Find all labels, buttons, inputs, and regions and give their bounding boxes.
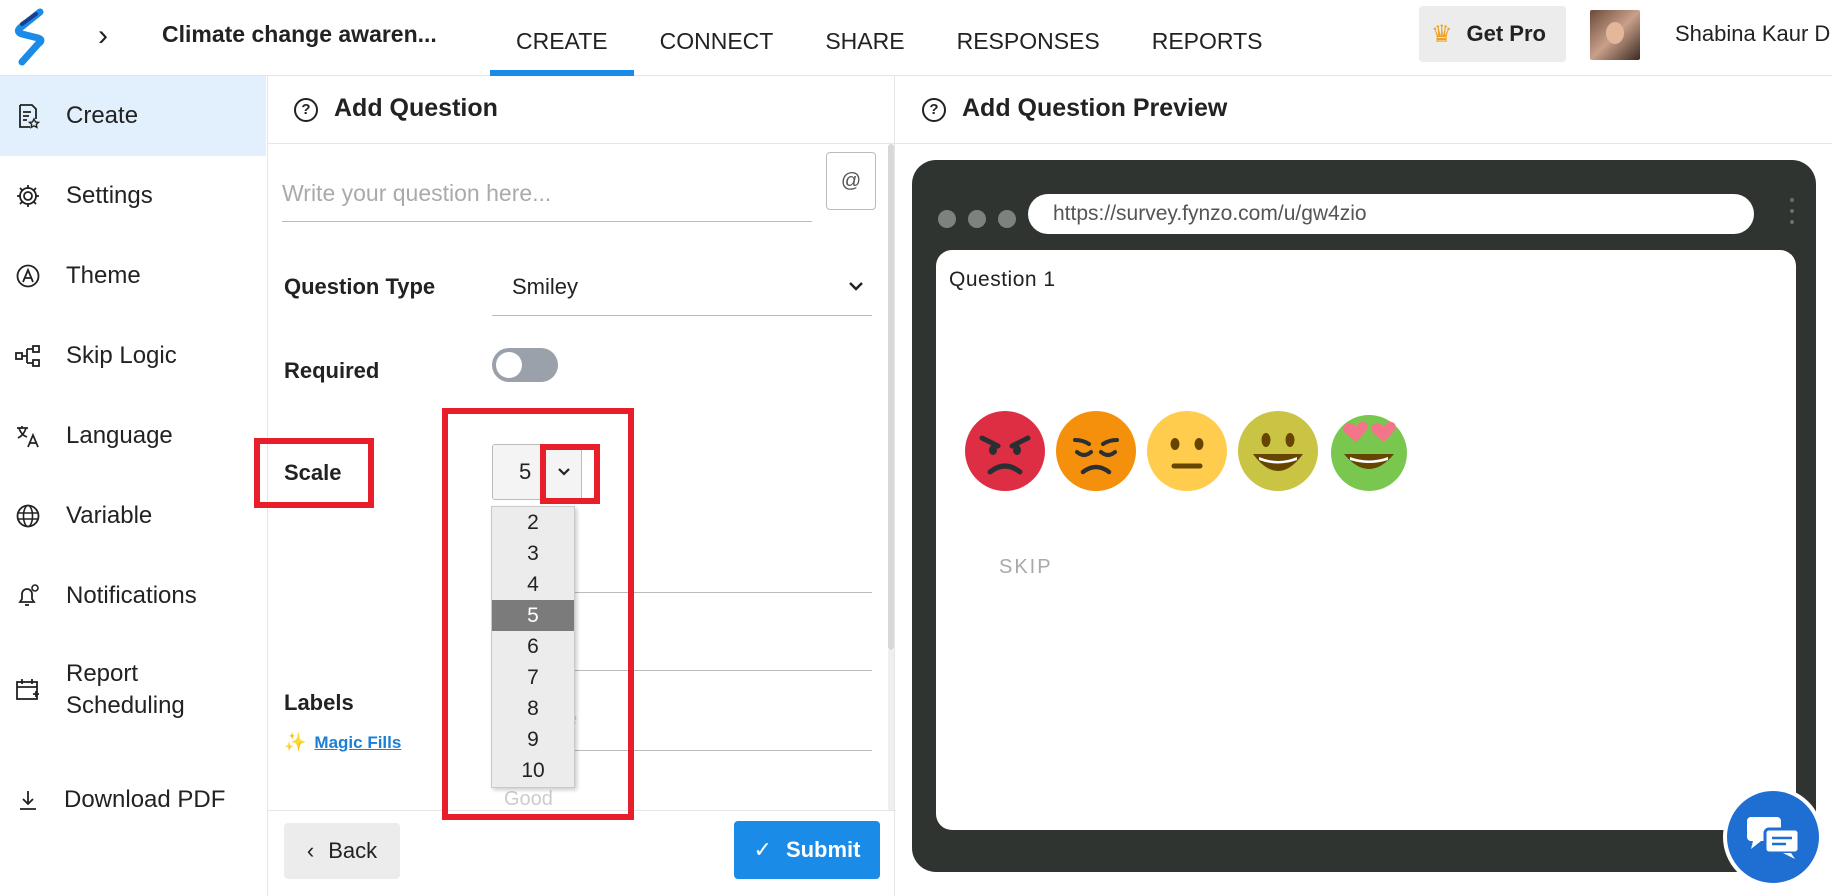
sidebar-item-report-scheduling[interactable]: Report Scheduling (0, 642, 266, 738)
crown-icon: ♛ (1431, 20, 1453, 48)
panel-scroll-track (888, 650, 894, 810)
preview-screen: Question 1 SKIP (936, 250, 1796, 830)
url-bar: https://survey.fynzo.com/u/gw4zio (1028, 194, 1754, 234)
sidebar-item-label: Variable (66, 502, 153, 529)
user-name[interactable]: Shabina Kaur D (1675, 21, 1830, 47)
disappointed-face-icon[interactable] (1055, 410, 1137, 492)
sidebar: Create Settings Theme Skip Logic Languag… (0, 76, 266, 896)
globe-icon (14, 502, 42, 530)
magic-fills[interactable]: ✨ Magic Fills (284, 732, 401, 753)
bell-icon (14, 582, 42, 610)
sidebar-item-label: Skip Logic (66, 342, 177, 369)
sidebar-item-label: Notifications (66, 582, 197, 609)
tab-share[interactable]: SHARE (799, 0, 930, 76)
sidebar-item-label: Language (66, 422, 173, 449)
required-label: Required (284, 358, 380, 383)
annotation-box-dropdown (442, 408, 634, 820)
sidebar-item-settings[interactable]: Settings (0, 156, 266, 236)
calendar-icon (14, 676, 42, 704)
chat-widget-button[interactable] (1723, 787, 1823, 887)
smiling-face-icon[interactable] (1237, 410, 1319, 492)
fynzo-logo-icon[interactable] (14, 8, 48, 66)
window-dot-icon (998, 210, 1016, 228)
back-button[interactable]: ‹ Back (284, 823, 400, 879)
back-label: Back (328, 838, 378, 863)
panel-scrollbar[interactable] (888, 144, 894, 650)
sidebar-item-language[interactable]: Language (0, 396, 266, 476)
annotation-box-scale-label (254, 438, 374, 508)
main-nav: CREATE CONNECT SHARE RESPONSES REPORTS (490, 0, 1289, 76)
question-input[interactable] (282, 166, 812, 222)
angry-face-icon[interactable] (964, 410, 1046, 492)
avatar[interactable] (1590, 10, 1640, 60)
sidebar-item-label: Create (66, 102, 139, 129)
sidebar-item-download-pdf[interactable]: Download PDF (0, 760, 266, 840)
download-icon (14, 786, 42, 814)
sidebar-item-skip-logic[interactable]: Skip Logic (0, 316, 266, 396)
sidebar-item-label: Theme (66, 262, 141, 289)
flow-icon (14, 342, 42, 370)
preview-title: Add Question Preview (962, 94, 1228, 122)
panel-footer: ‹ Back ✓ Submit (268, 810, 896, 896)
survey-title[interactable]: Climate change awaren... (162, 21, 437, 48)
annotation-box-chevron (540, 444, 600, 504)
question-type-value: Smiley (512, 274, 579, 299)
preview-header: ? Add Question Preview (896, 76, 1832, 144)
magic-fills-link[interactable]: Magic Fills (314, 733, 401, 753)
form-star-icon (14, 102, 42, 130)
sidebar-item-label: Report Scheduling (66, 660, 185, 719)
heart-eyes-face-icon[interactable] (1328, 410, 1410, 492)
sidebar-item-label: Download PDF (64, 786, 226, 813)
tab-reports[interactable]: REPORTS (1126, 0, 1289, 76)
get-pro-button[interactable]: ♛ Get Pro (1419, 6, 1566, 62)
sidebar-item-create[interactable]: Create (0, 76, 266, 156)
window-dot-icon (968, 210, 986, 228)
chevron-left-icon: ‹ (306, 838, 315, 863)
labels-heading: Labels (284, 690, 354, 715)
check-icon: ✓ (753, 837, 772, 862)
question-type-select[interactable]: Smiley (492, 260, 872, 316)
tab-responses[interactable]: RESPONSES (931, 0, 1126, 76)
neutral-face-icon[interactable] (1146, 410, 1228, 492)
sparkle-icon: ✨ (284, 732, 307, 752)
chevron-right-icon[interactable]: › (98, 18, 108, 54)
help-icon[interactable]: ? (294, 98, 318, 122)
tab-create[interactable]: CREATE (490, 0, 634, 76)
chevron-down-icon (849, 282, 863, 291)
preview-panel: ? Add Question Preview https://survey.fy… (896, 76, 1832, 896)
sidebar-item-notifications[interactable]: Notifications (0, 556, 266, 636)
get-pro-label: Get Pro (1466, 21, 1546, 46)
theme-icon (14, 262, 42, 290)
mention-button[interactable]: @ (826, 152, 876, 210)
question-number: Question 1 (949, 268, 1056, 291)
help-icon[interactable]: ? (922, 98, 946, 122)
window-dot-icon (938, 210, 956, 228)
submit-label: Submit (785, 837, 861, 862)
sidebar-item-theme[interactable]: Theme (0, 236, 266, 316)
submit-button[interactable]: ✓ Submit (734, 821, 880, 879)
smiley-scale (964, 410, 1410, 492)
kebab-menu-icon (1790, 198, 1794, 228)
tab-connect[interactable]: CONNECT (634, 0, 800, 76)
chat-icon (1747, 817, 1801, 859)
skip-button[interactable]: SKIP (999, 556, 1053, 579)
panel-header: ? Add Question (268, 76, 896, 144)
top-bar: › Climate change awaren... CREATE CONNEC… (0, 0, 1832, 76)
gear-icon (14, 182, 42, 210)
browser-mockup: https://survey.fynzo.com/u/gw4zio Questi… (912, 160, 1816, 872)
translate-icon (14, 422, 42, 450)
sidebar-item-variable[interactable]: Variable (0, 476, 266, 556)
panel-title: Add Question (334, 94, 498, 122)
sidebar-item-label: Settings (66, 182, 153, 209)
required-toggle[interactable] (492, 348, 558, 382)
question-type-label: Question Type (284, 274, 436, 299)
